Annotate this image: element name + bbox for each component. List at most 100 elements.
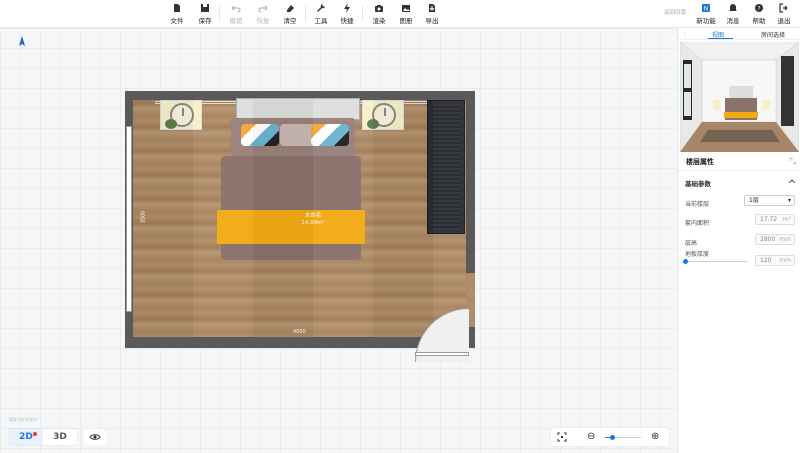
zoom-in-button[interactable]: ⊕: [651, 431, 659, 442]
fit-screen-icon[interactable]: [557, 432, 567, 442]
tools-button[interactable]: 工具: [309, 2, 333, 26]
north-arrow-icon: [19, 36, 25, 46]
gallery-button[interactable]: 图册: [394, 2, 418, 26]
redo-label: 恢复: [256, 17, 270, 25]
new-feature-label: 新功能: [696, 17, 716, 25]
separator: [362, 6, 363, 22]
floor-thickness-field[interactable]: 120 mm: [755, 255, 795, 266]
mode-2d-button[interactable]: 2D: [9, 429, 43, 445]
new-badge-icon: N: [702, 4, 710, 13]
wardrobe[interactable]: [427, 100, 465, 234]
room-label[interactable]: 未命名 14.00m²: [283, 213, 343, 227]
plant-icon: [367, 119, 379, 129]
room-floor[interactable]: 4000 4000 3500 3500 未命名 14.00m²: [133, 98, 466, 337]
chevron-up-icon[interactable]: [789, 179, 795, 183]
current-floor-value: 1层: [749, 197, 759, 204]
left-window[interactable]: [126, 126, 132, 312]
current-floor-label: 当前楼层: [685, 201, 710, 208]
floor-thickness-unit: mm: [779, 257, 791, 264]
undo-label: 撤销: [229, 17, 243, 25]
logout-icon: [779, 3, 788, 13]
bed-headboard: [236, 98, 360, 120]
clear-button[interactable]: 清空: [278, 2, 302, 26]
new-feature-button[interactable]: N 新功能: [694, 2, 718, 26]
decorative-pillow: [311, 124, 349, 146]
door-leaf[interactable]: [415, 352, 469, 356]
floor-thickness-slider[interactable]: [683, 259, 747, 264]
room-area: 14.00m²: [301, 220, 325, 226]
undo-button[interactable]: 撤销: [224, 2, 248, 26]
slider-knob[interactable]: [683, 259, 688, 264]
top-toolbar: 文件 保存 撤销 恢复 清空 工具 快捷 渲染 图册 导出 返回旧版 N 新功能…: [0, 0, 800, 28]
export-label: 导出: [425, 17, 439, 25]
export-icon: [429, 4, 435, 12]
render-button[interactable]: 渲染: [367, 2, 391, 26]
mode-3d-button[interactable]: 3D: [43, 429, 77, 445]
export-button[interactable]: 导出: [420, 2, 444, 26]
section-title: 楼层属性: [686, 158, 714, 166]
help-label: 帮助: [752, 17, 766, 25]
room-3d-preview[interactable]: [680, 42, 799, 152]
separator: [305, 6, 306, 22]
undo-icon: [231, 5, 241, 13]
render-label: 渲染: [372, 17, 386, 25]
logout-label: 退出: [777, 17, 791, 25]
gallery-label: 图册: [399, 17, 413, 25]
expand-icon[interactable]: [790, 158, 796, 164]
bed-pillow-area: [231, 118, 355, 158]
zoom-slider[interactable]: [605, 435, 641, 440]
dimension-right: 3500: [456, 210, 463, 224]
shortcuts-button[interactable]: 快捷: [335, 2, 359, 26]
area-label: 套内面积: [685, 220, 710, 227]
panel-tabs: ⋮ 视图 房间选择: [678, 28, 800, 40]
right-panel: ⋮ 视图 房间选择 ⋮ 楼层属性 基础参数 当前楼层 1层 套内面积 17.72…: [677, 28, 800, 453]
room-name: 未命名: [304, 213, 322, 219]
top-window[interactable]: [155, 101, 465, 104]
active-dot: [33, 432, 37, 436]
zoom-out-button[interactable]: ⊖: [587, 431, 595, 442]
active-tab-indicator: [708, 38, 733, 39]
floor-thickness-value: 120: [760, 257, 772, 264]
pillow: [280, 124, 318, 146]
save-icon: [201, 4, 209, 12]
lamp-icon: [170, 103, 194, 127]
drag-handle-icon[interactable]: ⋮: [682, 30, 688, 37]
floorplan-canvas[interactable]: 4000 4000 3500 3500 未命名 14.00m² 酷家乐技术支持 …: [0, 28, 677, 453]
visibility-button[interactable]: [84, 429, 106, 445]
shortcuts-label: 快捷: [340, 17, 354, 25]
help-icon: ?: [755, 4, 763, 13]
tab-room-select[interactable]: 房间选择: [761, 30, 785, 39]
save-button[interactable]: 保存: [193, 2, 217, 26]
area-unit: m²: [782, 216, 791, 223]
room-walls[interactable]: 4000 4000 3500 3500 未命名 14.00m²: [125, 91, 475, 362]
clear-label: 清空: [283, 17, 297, 25]
lamp-icon: [372, 103, 396, 127]
eye-icon: [89, 434, 101, 440]
svg-text:?: ?: [757, 6, 760, 13]
height-field[interactable]: 2800 mm: [755, 234, 795, 245]
zoom-slider-knob[interactable]: [609, 435, 615, 440]
bell-icon: [729, 4, 737, 12]
separator: [219, 6, 220, 22]
decorative-pillow: [241, 124, 279, 146]
mode-2d-label: 2D: [19, 432, 33, 442]
message-button[interactable]: 消息: [721, 2, 745, 26]
eraser-icon: [287, 5, 294, 12]
return-old-version-link[interactable]: 返回旧版: [664, 8, 686, 16]
tech-support-watermark: 酷家乐技术支持: [9, 417, 37, 422]
logout-button[interactable]: 退出: [772, 2, 796, 26]
view-mode-switch: 2D 3D: [9, 429, 77, 445]
help-button[interactable]: ? 帮助: [747, 2, 771, 26]
redo-icon: [258, 5, 268, 13]
bed[interactable]: [221, 156, 361, 260]
nightstand-left[interactable]: [160, 100, 202, 130]
file-button[interactable]: 文件: [165, 2, 189, 26]
height-value: 2800: [760, 236, 776, 243]
svg-text:N: N: [704, 6, 709, 13]
height-unit: mm: [779, 236, 791, 243]
area-field: 17.72 m²: [755, 214, 795, 225]
nightstand-right[interactable]: [362, 100, 404, 130]
file-label: 文件: [170, 17, 184, 25]
current-floor-select[interactable]: 1层: [744, 195, 795, 206]
redo-button[interactable]: 恢复: [251, 2, 275, 26]
